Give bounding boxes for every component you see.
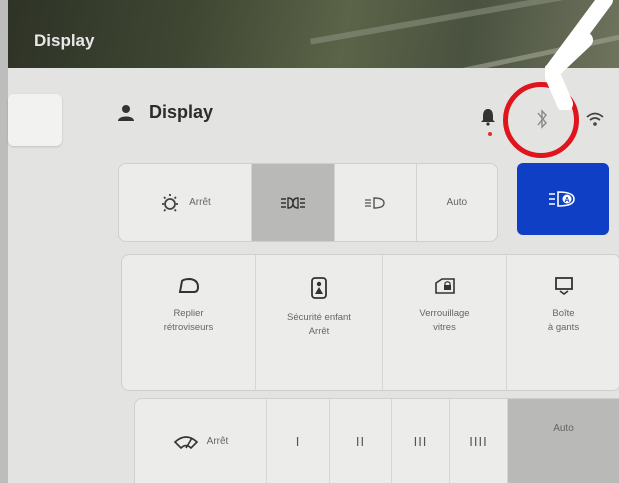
glovebox-tile[interactable]: Boîte à gants <box>507 255 619 390</box>
fold-mirrors-label: Replier rétroviseurs <box>163 308 214 333</box>
mirror-fold-icon <box>178 277 199 293</box>
page-title: Display <box>149 102 214 122</box>
wipers-off-label: Arrêt <box>206 436 229 447</box>
window-lock-icon <box>434 278 455 294</box>
wiper-speed-4-label: IIII <box>469 434 488 449</box>
window-lock-tile[interactable]: Verrouillage vitres <box>383 255 507 390</box>
lights-auto-option[interactable]: Auto <box>417 164 497 241</box>
wiper-speed-3-label: III <box>413 434 428 449</box>
headlight-selector: Arrêt Auto <box>118 163 498 242</box>
child-lock-label: Sécurité enfant Arrêt <box>287 312 351 337</box>
fold-mirrors-tile[interactable]: Replier rétroviseurs <box>122 255 256 390</box>
low-beam-option[interactable] <box>335 164 417 241</box>
child-lock-tile[interactable]: Sécurité enfant Arrêt <box>256 255 383 390</box>
auto-high-beam-button[interactable]: A <box>517 163 609 235</box>
wiper-speed-2-label: II <box>355 434 366 449</box>
lights-off-label: Arrêt <box>189 197 211 208</box>
lights-auto-label: Auto <box>446 197 468 208</box>
wiper-selector: Arrêt I II III IIII Auto <box>134 398 619 483</box>
wiper-icon <box>173 435 198 449</box>
wifi-icon[interactable] <box>585 111 605 127</box>
quick-controls-grid: Replier rétroviseurs Sécurité enfant Arr… <box>121 254 619 391</box>
notification-dot <box>488 132 492 136</box>
panel-header: Display <box>117 102 213 123</box>
glovebox-icon <box>554 277 573 295</box>
side-card[interactable] <box>8 94 62 146</box>
parking-lights-option[interactable] <box>251 164 336 241</box>
wiper-speed-4-option[interactable]: IIII <box>450 399 508 483</box>
map-title: Display <box>34 31 95 50</box>
wiper-speed-1-label: I <box>295 434 301 449</box>
wiper-speed-1-option[interactable]: I <box>267 399 330 483</box>
bell-icon[interactable] <box>480 108 496 126</box>
sun-icon <box>162 193 179 212</box>
arrow-annotation <box>545 0 613 110</box>
window-lock-label: Verrouillage vitres <box>419 308 470 333</box>
wipers-off-option[interactable]: Arrêt <box>135 399 267 483</box>
auto-high-beam-icon: A <box>549 191 575 207</box>
low-beam-icon <box>365 196 386 209</box>
child-lock-icon <box>311 277 327 299</box>
wipers-auto-label: Auto <box>553 423 574 434</box>
lights-off-option[interactable]: Arrêt <box>119 164 252 241</box>
glovebox-label: Boîte à gants <box>547 308 580 333</box>
parking-lights-icon <box>281 196 306 209</box>
wiper-speed-3-option[interactable]: III <box>392 399 450 483</box>
svg-text:A: A <box>564 197 569 204</box>
wipers-auto-option[interactable]: Auto <box>508 399 619 483</box>
wiper-speed-2-option[interactable]: II <box>330 399 392 483</box>
map-background <box>8 0 619 80</box>
photo-frame: Display Display Arrêt Auto A Replier rét… <box>0 0 619 483</box>
person-icon <box>118 104 134 121</box>
